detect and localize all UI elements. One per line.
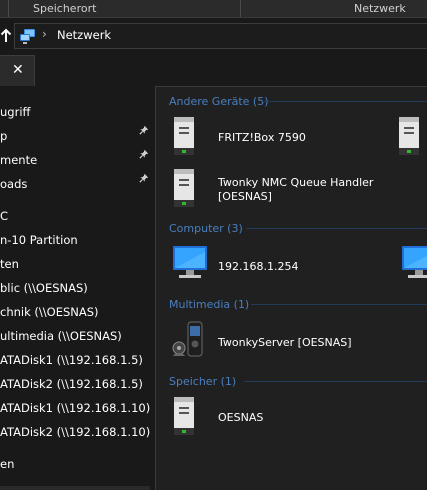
nav-item-label: ATADisk1 (\\192.168.1.5) (0, 353, 143, 367)
nav-item-share-multimedia[interactable]: ultimedia (\\OESNAS) (0, 325, 150, 347)
nav-item-documents[interactable]: mente (0, 149, 150, 171)
nav-item-this-pc[interactable]: C (0, 205, 150, 227)
server-icon (173, 115, 195, 157)
nav-item-partition[interactable]: n-10 Partition (0, 229, 150, 251)
nav-item-label: ATADisk2 (\\192.168.1.5) (0, 377, 143, 391)
tab[interactable]: ✕ (0, 55, 35, 87)
ribbon-separator (8, 0, 9, 17)
group-divider (261, 101, 427, 102)
group-header-storage[interactable]: Speicher (1) (169, 375, 236, 389)
group-header-computer[interactable]: Computer (3) (169, 222, 243, 236)
nav-item-label: chnik (\\OESNAS) (0, 305, 99, 319)
server-icon (398, 115, 420, 157)
nav-item-satadisk1-10[interactable]: ATADisk1 (\\192.168.1.10) (0, 397, 150, 419)
computer-icon (171, 244, 209, 280)
pin-icon (139, 149, 149, 159)
item-label: TwonkyServer [OESNAS] (218, 336, 352, 349)
navigation-pane: ugriff p mente oads C n-10 Partition ten… (0, 86, 150, 490)
nav-item-label: p (0, 129, 8, 143)
nav-item-quick-access[interactable]: ugriff (0, 101, 150, 123)
file-list: Andere Geräte (5) FRITZ!Box 7590 Twonky … (155, 86, 427, 490)
address-bar-row: › Netzwerk (0, 18, 427, 52)
up-arrow-icon[interactable] (0, 26, 14, 44)
item-label: OESNAS (218, 411, 264, 424)
group-header-other-devices[interactable]: Andere Geräte (5) (169, 95, 269, 109)
network-icon (19, 27, 37, 45)
device-item-partial[interactable] (396, 115, 427, 157)
media-item-twonkyserver[interactable]: TwonkyServer [OESNAS] (171, 319, 371, 361)
close-icon[interactable]: ✕ (12, 62, 24, 78)
group-divider (244, 381, 427, 382)
pin-icon (139, 125, 149, 135)
address-field[interactable]: › Netzwerk (14, 23, 427, 49)
nav-item-label: ten (0, 257, 19, 271)
nav-item-label: oads (0, 177, 28, 191)
nav-item-label: blic (\\OESNAS) (0, 281, 88, 295)
pin-icon (139, 173, 149, 183)
nav-item-share-technik[interactable]: chnik (\\OESNAS) (0, 301, 150, 323)
device-item-fritzbox[interactable]: FRITZ!Box 7590 (171, 115, 321, 157)
horizontal-scrollbar[interactable] (0, 486, 150, 490)
group-divider (246, 228, 427, 229)
item-label-line1: Twonky NMC Queue Handler (218, 176, 374, 189)
group-divider (251, 304, 427, 305)
address-path[interactable]: Netzwerk (57, 28, 111, 42)
item-label: 192.168.1.254 (218, 260, 299, 273)
chevron-right-icon[interactable]: › (42, 27, 47, 41)
item-label-line2: [OESNAS] (218, 190, 272, 203)
ribbon-group-location[interactable]: Speicherort (33, 2, 96, 15)
nav-item-network[interactable]: en (0, 453, 150, 475)
ribbon-separator (240, 0, 241, 17)
nav-item-satadisk2-5[interactable]: ATADisk2 (\\192.168.1.5) (0, 373, 150, 395)
nav-item-label: C (0, 209, 9, 223)
server-icon (173, 395, 195, 437)
nav-item-label: mente (0, 153, 38, 167)
nav-item-label: ugriff (0, 105, 31, 119)
nav-item-label: ultimedia (\\OESNAS) (0, 329, 122, 343)
device-item-twonky-queue[interactable]: Twonky NMC Queue Handler [OESNAS] (171, 167, 391, 209)
nav-item-data[interactable]: ten (0, 253, 150, 275)
nav-item-downloads[interactable]: oads (0, 173, 150, 195)
computer-icon (400, 244, 427, 280)
ribbon: Speicherort Netzwerk (0, 0, 427, 18)
nav-item-share-public[interactable]: blic (\\OESNAS) (0, 277, 150, 299)
item-label: FRITZ!Box 7590 (218, 131, 306, 144)
group-header-multimedia[interactable]: Multimedia (1) (169, 298, 249, 312)
nav-item[interactable]: p (0, 125, 150, 147)
computer-item-192-168-1-254[interactable]: 192.168.1.254 (171, 242, 341, 284)
nav-item-label: n-10 Partition (0, 233, 78, 247)
computer-item-partial[interactable] (396, 242, 427, 284)
nav-item-label: en (0, 457, 15, 471)
storage-item-oesnas[interactable]: OESNAS (171, 395, 321, 437)
nav-item-satadisk2-10[interactable]: ATADisk2 (\\192.168.1.10) (0, 421, 150, 443)
server-icon (173, 167, 195, 209)
nav-item-satadisk1-5[interactable]: ATADisk1 (\\192.168.1.5) (0, 349, 150, 371)
media-device-icon (171, 320, 211, 360)
tab-strip: ✕ (0, 52, 427, 87)
nav-item-label: ATADisk1 (\\192.168.1.10) (0, 401, 150, 415)
nav-item-label: ATADisk2 (\\192.168.1.10) (0, 425, 150, 439)
ribbon-group-network[interactable]: Netzwerk (354, 2, 406, 15)
